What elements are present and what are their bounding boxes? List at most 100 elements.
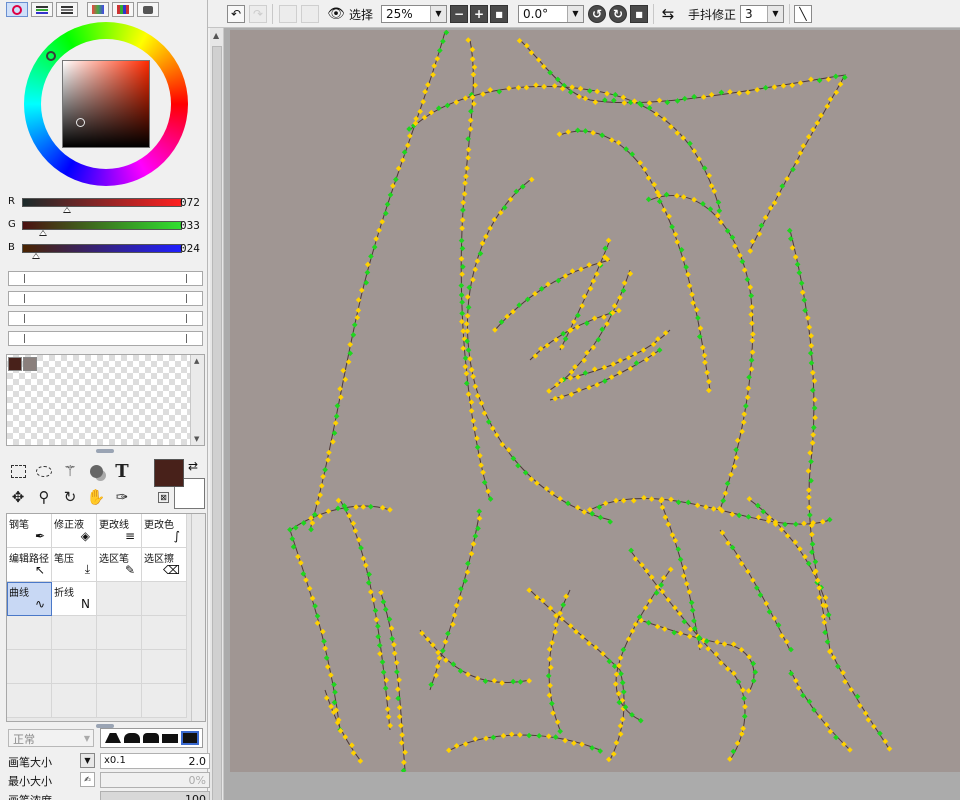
path-control-point[interactable]	[675, 499, 682, 506]
path-control-point[interactable]	[809, 440, 816, 446]
path-control-point[interactable]	[384, 706, 391, 713]
path-control-point[interactable]	[400, 767, 407, 772]
zoom-reset-icon[interactable]: ■	[490, 5, 508, 23]
path-control-point[interactable]	[526, 732, 532, 739]
magic-wand-icon[interactable]: ⚚	[58, 459, 82, 483]
swatch-icon[interactable]	[87, 2, 109, 17]
path-control-point[interactable]	[745, 513, 752, 520]
path-control-point[interactable]	[805, 487, 812, 493]
path-control-point[interactable]	[824, 103, 831, 110]
path-control-point[interactable]	[620, 689, 627, 695]
path-control-point[interactable]	[350, 332, 357, 338]
empty-brush-slot[interactable]	[142, 684, 187, 718]
path-control-point[interactable]	[459, 271, 465, 278]
path-control-point[interactable]	[322, 645, 329, 652]
path-control-point[interactable]	[287, 526, 293, 533]
zoom-in-icon[interactable]: +	[470, 5, 488, 23]
path-control-point[interactable]	[857, 702, 863, 709]
path-control-point[interactable]	[540, 63, 547, 70]
path-control-point[interactable]	[472, 533, 479, 539]
path-control-point[interactable]	[334, 402, 341, 409]
empty-brush-slot[interactable]	[97, 616, 142, 650]
path-control-point[interactable]	[463, 173, 469, 180]
path-control-point[interactable]	[556, 131, 563, 137]
path-control-point[interactable]	[443, 657, 449, 664]
path-control-point[interactable]	[360, 555, 367, 562]
path-control-point[interactable]	[826, 516, 833, 523]
path-control-point[interactable]	[708, 91, 715, 98]
path-control-point[interactable]	[645, 619, 652, 626]
rect-select-icon[interactable]	[6, 459, 30, 483]
path-control-point[interactable]	[458, 255, 465, 262]
brush-size-field[interactable]: x0.1 2.0	[100, 753, 210, 769]
path-control-point[interactable]	[425, 81, 431, 88]
path-control-point[interactable]	[691, 617, 697, 624]
path-control-point[interactable]	[562, 737, 568, 744]
path-control-point[interactable]	[680, 194, 687, 200]
path-control-point[interactable]	[547, 682, 553, 689]
path-control-point[interactable]	[468, 408, 475, 414]
path-control-point[interactable]	[800, 143, 807, 149]
path-control-point[interactable]	[747, 248, 754, 254]
path-control-point[interactable]	[453, 602, 460, 609]
path-control-point[interactable]	[749, 337, 756, 344]
deselect-icon[interactable]	[279, 5, 297, 23]
path-control-point[interactable]	[775, 191, 782, 198]
brush-shape-flat-icon[interactable]	[162, 733, 178, 743]
path-control-point[interactable]	[559, 343, 565, 350]
path-control-point[interactable]	[724, 480, 731, 487]
path-control-point[interactable]	[474, 444, 481, 451]
text-icon[interactable]: T	[110, 459, 134, 483]
path-control-point[interactable]	[458, 292, 465, 298]
path-control-point[interactable]	[809, 531, 815, 538]
path-control-point[interactable]	[551, 83, 558, 89]
path-control-point[interactable]	[747, 284, 754, 290]
brush-tool-item[interactable]: 编辑路径 ↖	[7, 548, 52, 582]
path-control-point[interactable]	[470, 71, 477, 78]
path-control-point[interactable]	[663, 191, 670, 198]
path-control-point[interactable]	[808, 458, 814, 465]
path-control-point[interactable]	[565, 129, 572, 135]
path-control-point[interactable]	[342, 734, 349, 740]
select-label[interactable]: 选择	[349, 6, 373, 23]
path-control-point[interactable]	[468, 108, 474, 115]
path-control-point[interactable]	[812, 558, 819, 565]
path-control-point[interactable]	[468, 366, 475, 373]
path-control-point[interactable]	[792, 539, 799, 545]
drawing-canvas[interactable]	[230, 30, 960, 772]
path-control-point[interactable]	[549, 639, 555, 646]
path-control-point[interactable]	[655, 336, 661, 342]
path-control-point[interactable]	[617, 655, 624, 661]
path-control-point[interactable]	[725, 540, 731, 546]
path-control-point[interactable]	[686, 633, 693, 640]
path-control-point[interactable]	[387, 192, 394, 198]
min-size-field[interactable]: 0%	[100, 772, 210, 788]
path-control-point[interactable]	[620, 94, 627, 101]
path-control-point[interactable]	[744, 394, 751, 401]
path-control-point[interactable]	[704, 369, 710, 376]
path-control-point[interactable]	[483, 233, 489, 240]
path-control-point[interactable]	[553, 336, 559, 343]
path-control-point[interactable]	[399, 157, 406, 164]
path-control-point[interactable]	[540, 597, 546, 604]
path-control-point[interactable]	[382, 685, 389, 692]
path-control-point[interactable]	[338, 394, 344, 401]
path-control-point[interactable]	[328, 703, 334, 710]
path-control-point[interactable]	[462, 741, 469, 747]
empty-brush-slot[interactable]	[97, 582, 142, 616]
path-control-point[interactable]	[616, 307, 622, 314]
path-control-point[interactable]	[326, 449, 332, 456]
path-control-point[interactable]	[541, 83, 547, 90]
path-control-point[interactable]	[384, 201, 391, 208]
path-control-point[interactable]	[771, 84, 778, 90]
path-control-point[interactable]	[362, 562, 369, 569]
extra-slider-4[interactable]	[8, 331, 203, 346]
extra-slider-1[interactable]	[8, 271, 203, 286]
path-control-point[interactable]	[463, 321, 470, 327]
path-control-point[interactable]	[480, 91, 486, 97]
path-control-point[interactable]	[693, 306, 700, 313]
path-control-point[interactable]	[478, 400, 485, 406]
palette-swatch[interactable]	[8, 357, 22, 371]
path-control-point[interactable]	[510, 678, 516, 685]
path-control-point[interactable]	[784, 175, 790, 182]
